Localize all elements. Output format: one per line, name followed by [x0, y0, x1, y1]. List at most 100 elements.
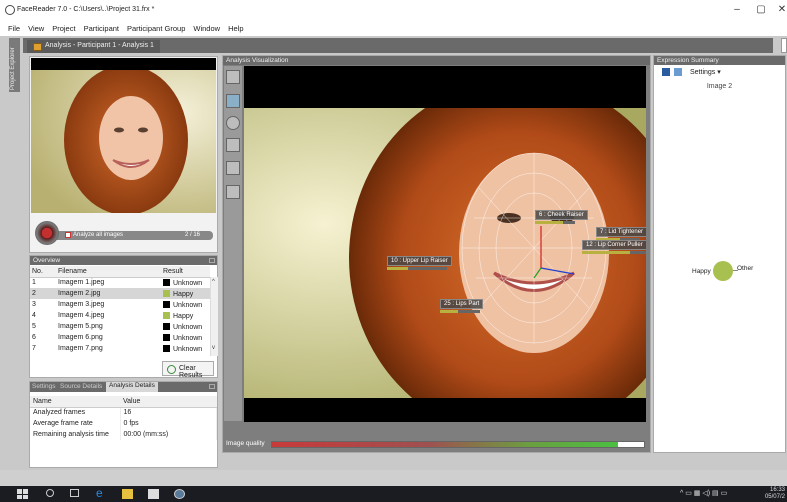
table-row[interactable]: 3 Imagem 3.jpeg Unknown [30, 299, 210, 310]
details-menu-icon[interactable] [209, 384, 215, 389]
search-icon[interactable] [46, 489, 54, 497]
menu-participant-group[interactable]: Participant Group [123, 22, 189, 36]
frame-view-icon[interactable] [226, 70, 240, 84]
expression-summary-panel: Expression Summary Settings ▾ Image 2 [653, 55, 786, 453]
table-row[interactable]: 1 Imagem 1.jpeg Unknown [30, 277, 210, 288]
store-icon[interactable] [148, 489, 159, 499]
row-result-label: Happy [173, 290, 194, 298]
detail-name: Remaining analysis time [30, 429, 121, 440]
result-swatch [163, 289, 170, 297]
au-bar-cheek-raiser [535, 221, 575, 224]
row-result-label: Unknown [173, 323, 203, 331]
row-result-label: Unknown [173, 345, 203, 353]
visualization-title: Analysis Visualization [226, 57, 289, 64]
analyze-all-checkbox[interactable] [65, 232, 71, 238]
row-filename: Imagem 4.jpeg [58, 312, 105, 319]
file-explorer-icon[interactable] [122, 489, 133, 499]
record-button[interactable] [35, 221, 59, 245]
maximize-button[interactable]: ▢ [754, 4, 768, 15]
row-filename: Imagem 1.jpeg [58, 279, 105, 287]
table-row[interactable]: 6 Imagem 6.png Unknown [30, 332, 210, 343]
row-no: 7 [32, 345, 36, 352]
au-label-cheek-raiser: 6 : Cheek Raiser [535, 210, 588, 220]
au-label-lip-corner-puller: 12 : Lip Corner Puller [582, 240, 646, 250]
expression-pie-chart [713, 261, 733, 281]
visualization-header: Analysis Visualization [223, 56, 650, 65]
col-filename[interactable]: Filename [56, 266, 161, 278]
head-orientation-icon[interactable] [226, 161, 240, 175]
tab-settings[interactable]: Settings [32, 383, 56, 390]
row-no: 4 [32, 312, 36, 319]
col-no[interactable]: No. [30, 266, 56, 278]
au-label-lips-part: 25 : Lips Part [440, 299, 484, 309]
face-model-icon[interactable] [226, 116, 240, 130]
system-tray[interactable]: ^ ▭ ▦ ◁) ▤ ▭ [680, 489, 740, 499]
tab-source-details[interactable]: Source Details [60, 383, 102, 390]
project-explorer-tab[interactable]: Project Explorer [9, 38, 20, 92]
table-row: Analyzed frames 16 [30, 407, 217, 418]
row-filename: Imagem 6.png [58, 334, 103, 341]
menu-window[interactable]: Window [189, 22, 224, 36]
action-units-icon[interactable] [226, 138, 240, 152]
table-row: Average frame rate 0 fps [30, 418, 217, 429]
clock[interactable]: 16:33 05/07/2 [765, 487, 785, 501]
overview-scrollbar[interactable]: ^ v [210, 277, 218, 356]
menu-project[interactable]: Project [48, 22, 79, 36]
tab-analysis-details[interactable]: Analysis Details [106, 382, 158, 392]
table-row[interactable]: 4 Imagem 4.jpeg Happy [30, 310, 210, 321]
minimize-button[interactable]: – [730, 4, 744, 15]
windows-start-icon[interactable] [17, 489, 28, 499]
au-bar-lip-corner-puller [582, 251, 646, 254]
right-dock-handle[interactable] [781, 38, 787, 53]
row-result: Unknown [161, 321, 210, 332]
frame-counter: 2 / 16 [185, 232, 201, 238]
copy-icon[interactable] [674, 68, 682, 76]
settings-dropdown[interactable]: Settings ▾ [690, 68, 721, 76]
expression-toolbar: Settings ▾ [654, 66, 785, 79]
table-row[interactable]: 7 Imagem 7.png Unknown [30, 343, 210, 354]
menu-help[interactable]: Help [224, 22, 247, 36]
pie-label-happy: Happy [692, 268, 711, 275]
au-bar-lips-part [440, 310, 480, 313]
clear-results-button[interactable]: Clear Results [162, 361, 214, 379]
analysis-doc-tab[interactable]: Analysis - Participant 1 - Analysis 1 [27, 40, 160, 53]
menu-participant[interactable]: Participant [80, 22, 123, 36]
row-result-label: Unknown [173, 301, 203, 309]
close-button[interactable]: ✕ [775, 4, 787, 15]
table-row[interactable]: 2 Imagem 2.jpg Happy [30, 288, 210, 299]
au-label-upper-lip-raiser: 10 : Upper Lip Raiser [387, 256, 452, 266]
overview-table: No. Filename Result 1 Imagem 1.jpeg Unknow… [30, 266, 210, 354]
result-swatch [163, 278, 170, 286]
row-no: 6 [32, 334, 36, 341]
scroll-down-icon[interactable]: v [212, 345, 215, 351]
panel-menu-icon[interactable] [209, 258, 215, 263]
result-swatch [163, 333, 170, 341]
col-result[interactable]: Result [161, 266, 210, 278]
row-filename: Imagem 5.png [58, 323, 103, 330]
visualization-toolbar [224, 66, 242, 421]
details-tabs: Settings Source Details Analysis Details [30, 382, 217, 392]
row-result: Unknown [161, 332, 210, 343]
overview-header: Overview [30, 256, 217, 265]
facereader-taskbar-icon[interactable] [174, 489, 185, 499]
table-row: Remaining analysis time 00:00 (mm:ss) [30, 429, 217, 440]
row-filename: Imagem 2.jpg [56, 288, 161, 299]
table-row[interactable]: 5 Imagem 5.png Unknown [30, 321, 210, 332]
scroll-up-icon[interactable]: ^ [212, 279, 215, 285]
grid-view-icon[interactable] [226, 185, 240, 199]
task-view-icon[interactable] [70, 489, 79, 497]
row-result-label: Unknown [173, 334, 203, 342]
au-label-lid-tightener: 7 : Lid Tightener [596, 227, 646, 237]
expression-header: Expression Summary [654, 56, 785, 65]
window-title: FaceReader 7.0 - C:\Users\..\Project 31.… [17, 6, 155, 13]
row-result: Happy [161, 310, 210, 321]
mesh-view-icon[interactable] [226, 94, 240, 108]
refresh-icon [167, 365, 176, 374]
image-quality-fill [272, 442, 618, 447]
overview-panel: Overview No. Filename Result 1 Imagem 1.j… [29, 255, 218, 379]
menu-view[interactable]: View [24, 22, 48, 36]
edge-icon[interactable]: e [96, 486, 107, 500]
menu-file[interactable]: File [4, 22, 24, 36]
playback-controls: Analyze all images 2 / 16 [35, 221, 213, 245]
save-icon[interactable] [662, 68, 670, 76]
